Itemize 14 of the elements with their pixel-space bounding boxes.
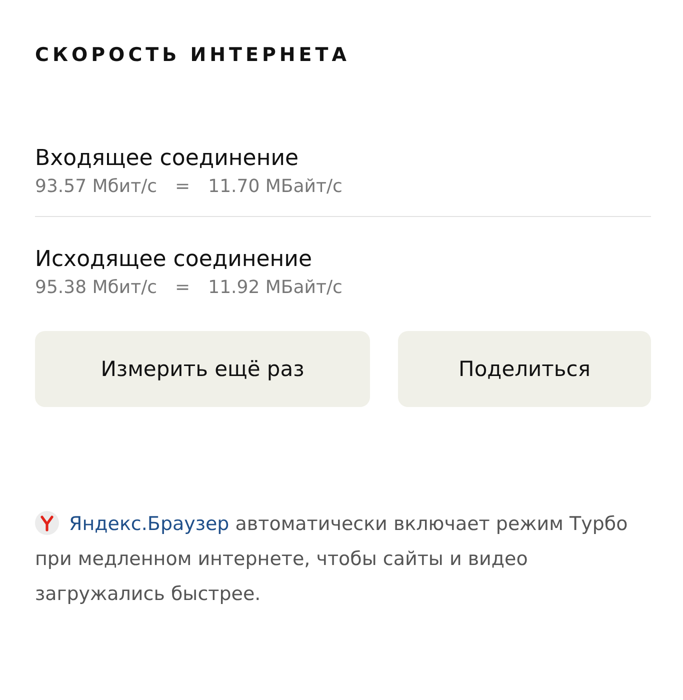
browser-link[interactable]: Яндекс.Браузер <box>69 513 230 535</box>
equals-sign: = <box>175 175 190 199</box>
equals-sign: = <box>175 276 190 300</box>
turbo-note: Яндекс.Браузер автоматически включает режим Турбо при медленном интернете, чтобы сайты и видео загружались быстрее. <box>35 510 629 607</box>
connection-label: Входящее соединение <box>35 145 300 173</box>
measure-again-button[interactable]: Измерить ещё раз <box>35 331 370 407</box>
logo-icon <box>35 511 59 535</box>
speed-bytes: 11.92 МБайт/с <box>208 276 342 300</box>
connection-label: Исходящее соединение <box>35 246 313 274</box>
speed-bytes: 11.70 МБайт/с <box>208 175 342 199</box>
section-title: СКОРОСТЬ ИНТЕРНЕТА <box>35 44 351 66</box>
share-button[interactable]: Поделиться <box>398 331 651 407</box>
speed-bits: 95.38 Мбит/с <box>35 276 158 300</box>
speed-bits: 93.57 Мбит/с <box>35 175 158 199</box>
